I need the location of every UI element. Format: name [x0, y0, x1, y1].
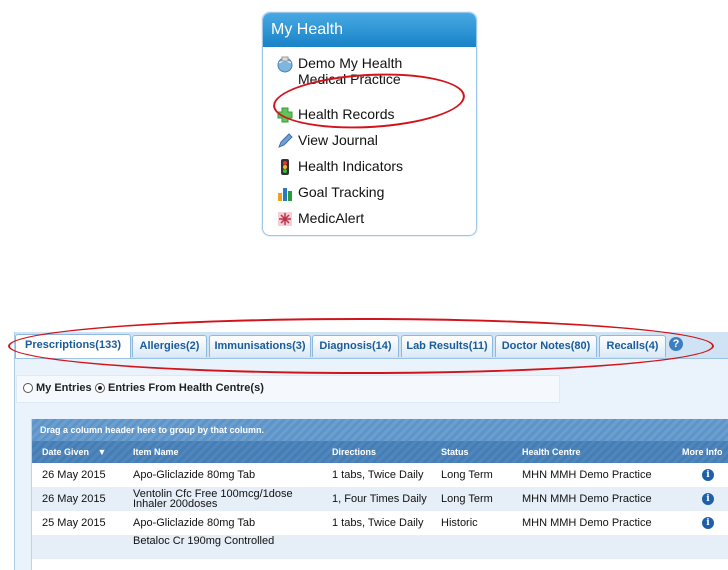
cell-date: 26 May 2015: [42, 493, 106, 505]
menu-item-medical-practice[interactable]: Demo My Health Medical Practice: [276, 55, 448, 87]
cell-centre: MHN MMH Demo Practice: [522, 469, 652, 481]
globe-icon: [276, 55, 294, 73]
radio-button[interactable]: [23, 383, 33, 393]
prescriptions-grid: Drag a column header here to group by th…: [31, 419, 728, 570]
pencil-icon: [276, 132, 294, 150]
cell-directions: 1, Four Times Daily: [332, 493, 427, 505]
radio-button[interactable]: [95, 383, 105, 393]
cell-status: Long Term: [441, 493, 493, 505]
bar-chart-icon: [276, 184, 294, 202]
column-header-item-name[interactable]: Item Name: [133, 441, 179, 463]
radio-label: My Entries: [36, 382, 92, 394]
column-header-health-centre[interactable]: Health Centre: [522, 441, 581, 463]
my-health-widget: My Health Demo My Health Medical Practic…: [262, 12, 477, 236]
tab-lab-results[interactable]: Lab Results(11): [401, 335, 493, 357]
cell-item: Ventolin Cfc Free 100mcg/1dose Inhaler 2…: [133, 488, 293, 510]
tab-prescriptions[interactable]: Prescriptions(133): [15, 334, 131, 358]
cell-centre: MHN MMH Demo Practice: [522, 517, 652, 529]
traffic-light-icon: [276, 158, 294, 176]
cell-item: Betaloc Cr 190mg Controlled: [133, 535, 275, 547]
menu-item-view-journal[interactable]: View Journal: [276, 132, 378, 150]
sort-desc-icon: ▼: [97, 447, 107, 457]
menu-item-label: Health Indicators: [298, 158, 404, 174]
table-row[interactable]: 26 May 2015 Apo-Gliclazide 80mg Tab 1 ta…: [32, 463, 728, 487]
cell-status: Long Term: [441, 469, 493, 481]
medic-alert-icon: [276, 210, 294, 228]
cell-status: Historic: [441, 517, 478, 529]
cell-item: Apo-Gliclazide 80mg Tab: [133, 517, 256, 529]
grid-header: Date Given ▼ Item Name Directions Status…: [32, 441, 728, 463]
help-icon[interactable]: ?: [669, 337, 683, 351]
table-row[interactable]: Betaloc Cr 190mg Controlled: [32, 535, 728, 559]
tab-diagnosis[interactable]: Diagnosis(14): [312, 335, 399, 357]
radio-label: Entries From Health Centre(s): [108, 382, 264, 394]
column-header-date-given[interactable]: Date Given ▼: [42, 441, 106, 463]
menu-item-goal-tracking[interactable]: Goal Tracking: [276, 184, 384, 202]
radio-entries-from-health-centre[interactable]: Entries From Health Centre(s): [95, 382, 264, 394]
cell-date: [42, 535, 124, 559]
tab-allergies[interactable]: Allergies(2): [132, 335, 207, 357]
cell-directions: 1 tabs, Twice Daily: [332, 517, 424, 529]
info-icon[interactable]: i: [702, 469, 714, 481]
menu-item-label: Demo My Health Medical Practice: [298, 55, 403, 87]
menu-item-label: MedicAlert: [298, 210, 365, 226]
radio-my-entries[interactable]: My Entries: [23, 382, 92, 394]
entries-filter: My Entries Entries From Health Centre(s): [16, 375, 560, 403]
cell-item: Apo-Gliclazide 80mg Tab: [133, 469, 256, 481]
column-header-more-info[interactable]: More Info: [682, 441, 723, 463]
tab-doctor-notes[interactable]: Doctor Notes(80): [495, 335, 597, 357]
cell-date: 25 May 2015: [42, 517, 106, 529]
menu-item-medicalert[interactable]: MedicAlert: [276, 210, 364, 228]
info-icon[interactable]: i: [702, 493, 714, 505]
tab-recalls[interactable]: Recalls(4): [599, 335, 666, 357]
table-row[interactable]: 25 May 2015 Apo-Gliclazide 80mg Tab 1 ta…: [32, 511, 728, 535]
menu-item-health-records[interactable]: Health Records: [276, 106, 395, 124]
cell-date: 26 May 2015: [42, 469, 106, 481]
group-by-drop-area[interactable]: Drag a column header here to group by th…: [32, 419, 728, 441]
cell-centre: MHN MMH Demo Practice: [522, 493, 652, 505]
cell-directions: 1 tabs, Twice Daily: [332, 469, 424, 481]
menu-item-health-indicators[interactable]: Health Indicators: [276, 158, 403, 176]
menu-item-label: View Journal: [298, 132, 378, 148]
menu-item-label: Health Records: [298, 106, 395, 122]
info-icon[interactable]: i: [702, 517, 714, 529]
my-health-title: My Health: [263, 13, 476, 47]
column-header-status[interactable]: Status: [441, 441, 469, 463]
green-plus-icon: [276, 106, 294, 124]
tab-immunisations[interactable]: Immunisations(3): [209, 335, 311, 357]
column-header-directions[interactable]: Directions: [332, 441, 376, 463]
records-tab-bar: Prescriptions(133) Allergies(2) Immunisa…: [15, 332, 728, 359]
menu-item-label: Goal Tracking: [298, 184, 385, 200]
table-row[interactable]: 26 May 2015 Ventolin Cfc Free 100mcg/1do…: [32, 487, 728, 511]
